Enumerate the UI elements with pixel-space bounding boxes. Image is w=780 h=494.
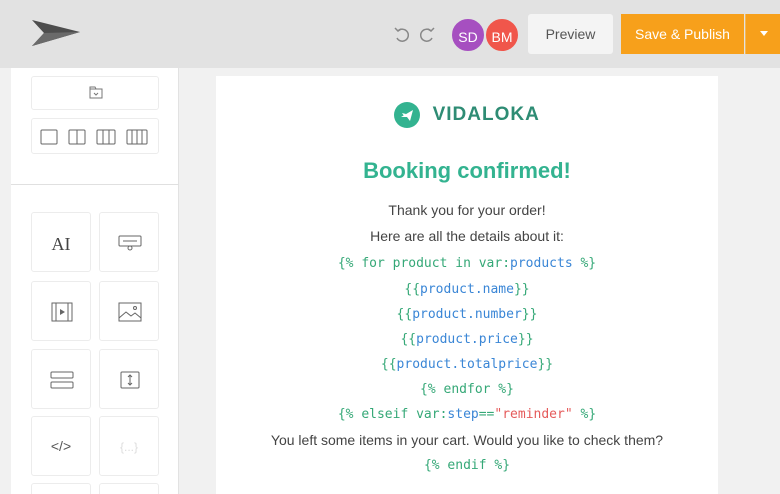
brand-header: VIDALOKA (216, 102, 718, 130)
video-block-icon (51, 302, 73, 322)
button-block-icon (118, 235, 142, 251)
more-block-tile[interactable] (31, 483, 91, 494)
redo-icon[interactable] (417, 24, 437, 44)
undo-icon[interactable] (392, 24, 412, 44)
avatar-sd[interactable]: SD (450, 17, 486, 53)
html-block-icon: </> (50, 438, 72, 454)
for-loop-open-tag[interactable]: {% for product in var:products %} (216, 256, 718, 271)
spacer-block-tile[interactable] (99, 349, 159, 409)
email-canvas[interactable]: VIDALOKA Booking confirmed! Thank you fo… (216, 76, 718, 494)
product-number-variable[interactable]: {{product.number}} (216, 307, 718, 322)
three-column-icon (96, 129, 116, 145)
custom-block-icon: {...} (119, 440, 139, 454)
endfor-tag[interactable]: {% endfor %} (216, 382, 718, 397)
one-column-icon (40, 129, 58, 145)
custom-block-tile[interactable]: {...} (99, 416, 159, 476)
brand-name: VIDALOKA (432, 104, 540, 125)
image-block-tile[interactable] (99, 281, 159, 341)
caret-down-icon (760, 31, 768, 36)
two-column-icon (68, 129, 86, 145)
folder-tile[interactable] (31, 76, 159, 110)
html-block-tile[interactable]: </> (31, 416, 91, 476)
divider-block-tile[interactable] (31, 349, 91, 409)
publish-options-dropdown[interactable] (745, 14, 780, 54)
product-name-variable[interactable]: {{product.name}} (216, 282, 718, 297)
button-block-tile[interactable] (99, 212, 159, 272)
video-block-tile[interactable] (31, 281, 91, 341)
folder-icon (89, 86, 103, 99)
avatar-bm[interactable]: BM (484, 17, 520, 53)
divider-block-icon (50, 371, 74, 389)
reminder-text[interactable]: You left some items in your cart. Would … (216, 432, 718, 448)
column-layouts-tile[interactable] (31, 118, 159, 154)
save-publish-button[interactable]: Save & Publish (621, 14, 744, 54)
product-price-variable[interactable]: {{product.price}} (216, 332, 718, 347)
airplane-logo-icon (394, 102, 421, 128)
more-block-tile[interactable] (99, 483, 159, 494)
four-column-icon (126, 129, 148, 145)
column-layout-icons (40, 129, 148, 145)
thank-you-text[interactable]: Thank you for your order! (216, 202, 718, 218)
endif-tag[interactable]: {% endif %} (216, 458, 718, 473)
sidebar-divider (11, 184, 179, 185)
paper-plane-logo-icon[interactable] (30, 18, 82, 48)
details-intro-text[interactable]: Here are all the details about it: (216, 228, 718, 244)
product-totalprice-variable[interactable]: {{product.totalprice}} (216, 357, 718, 372)
content-sidebar: AI </> {...} (11, 68, 179, 494)
email-headline[interactable]: Booking confirmed! (216, 158, 718, 184)
preview-button[interactable]: Preview (528, 14, 613, 54)
image-block-icon (118, 302, 142, 322)
elseif-tag[interactable]: {% elseif var:step=="reminder" %} (216, 407, 718, 422)
top-bar: SD BM Preview Save & Publish (0, 0, 780, 68)
spacer-block-icon (120, 371, 140, 389)
text-block-tile[interactable]: AI (31, 212, 91, 272)
text-block-icon: AI (51, 234, 71, 254)
